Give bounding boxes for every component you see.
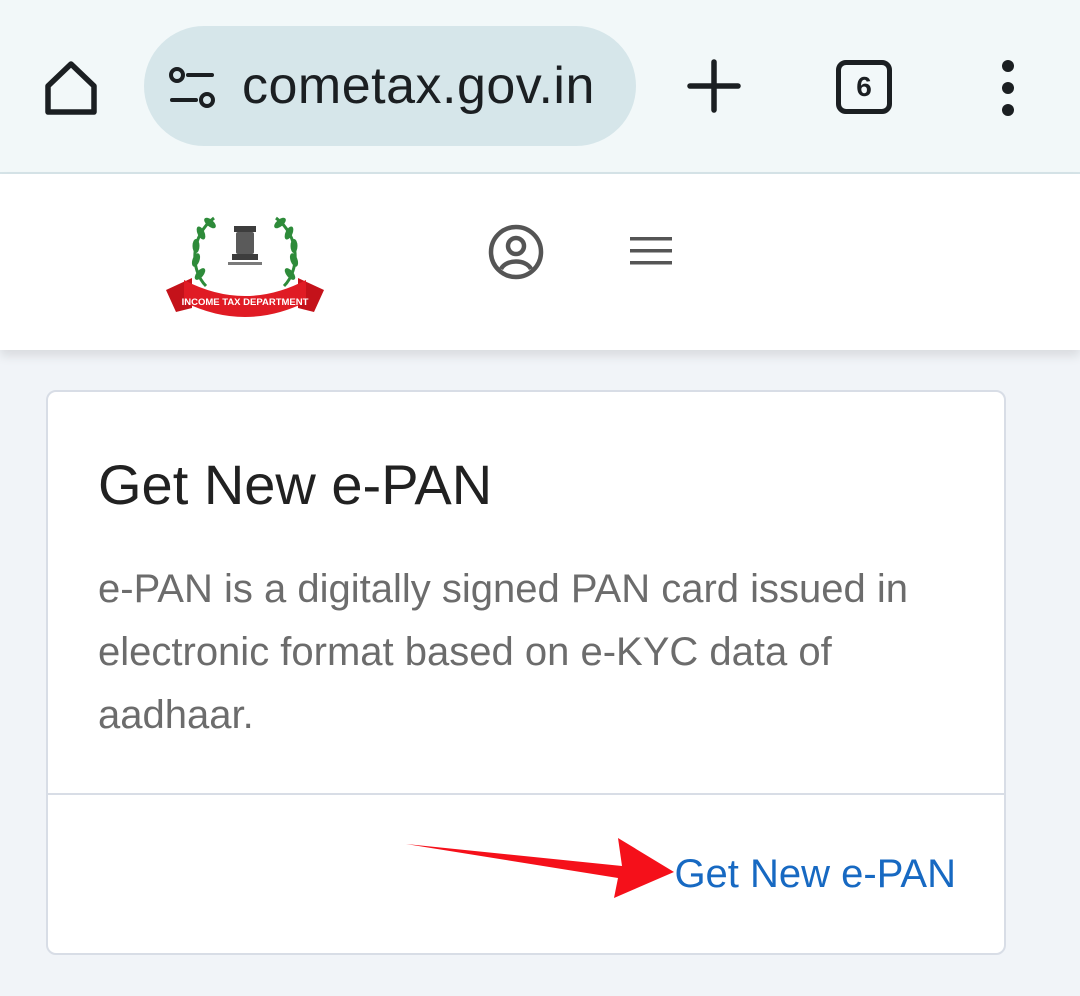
tab-count: 6: [856, 71, 872, 102]
hamburger-menu-icon[interactable]: [628, 234, 674, 268]
more-vert-icon[interactable]: [990, 58, 1026, 118]
plus-icon[interactable]: [686, 58, 742, 114]
home-icon[interactable]: [38, 56, 104, 122]
card-description: e-PAN is a digitally signed PAN card iss…: [98, 567, 908, 737]
red-arrow-icon: [400, 832, 676, 904]
income-tax-department-logo[interactable]: INCOME TAX DEPARTMENT: [162, 208, 328, 320]
get-new-epan-link[interactable]: Get New e-PAN: [674, 852, 956, 897]
card-title: Get New e-PAN: [98, 453, 493, 516]
site-header: INCOME TAX DEPARTMENT: [0, 174, 1080, 350]
browser-toolbar: cometax.gov.in 6: [0, 0, 1080, 174]
url-text[interactable]: cometax.gov.in: [242, 56, 595, 116]
svg-text:INCOME TAX DEPARTMENT: INCOME TAX DEPARTMENT: [182, 297, 309, 308]
account-circle-icon[interactable]: [486, 222, 546, 282]
tune-icon[interactable]: [168, 66, 216, 110]
address-bar[interactable]: cometax.gov.in: [144, 26, 636, 146]
tab-switcher-button[interactable]: 6: [836, 60, 892, 114]
card-divider: [48, 793, 1004, 795]
